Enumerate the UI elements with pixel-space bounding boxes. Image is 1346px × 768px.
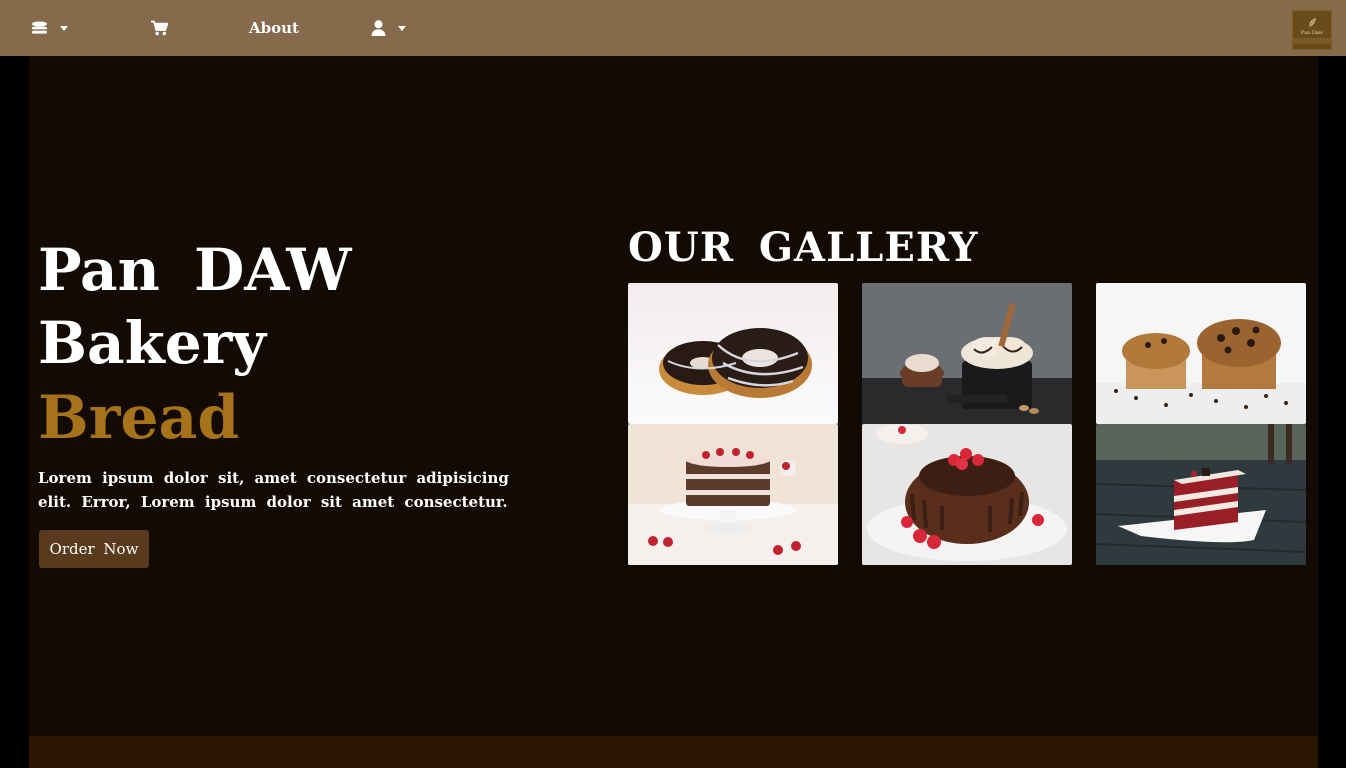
gallery-title: OUR GALLERY (628, 224, 979, 271)
nav-about-link[interactable]: About (249, 0, 299, 56)
hero-title: Pan DAW Bakery (38, 236, 352, 377)
chevron-down-icon (60, 26, 68, 31)
order-now-button[interactable]: Order Now (39, 530, 149, 568)
logo-band (1293, 38, 1331, 44)
footer (29, 736, 1318, 768)
hero-description: Lorem ipsum dolor sit, amet consectetur … (38, 469, 509, 511)
menu-dropdown[interactable] (31, 0, 68, 56)
leaf-icon (1308, 18, 1316, 28)
gallery-image-muffins[interactable] (1096, 283, 1306, 424)
cart-link[interactable] (150, 0, 169, 56)
brand-logo[interactable]: Pan Daw (1292, 10, 1332, 50)
stack-icon (32, 21, 47, 34)
chevron-down-icon (398, 26, 406, 31)
gallery-image-red-velvet[interactable] (1096, 424, 1306, 565)
gallery-image-bundt-cake[interactable] (862, 424, 1072, 565)
navbar: About Pan Daw (0, 0, 1346, 56)
logo-text: Pan Daw (1300, 30, 1324, 36)
gallery-image-strawberry-cake[interactable] (628, 424, 838, 565)
user-icon (371, 20, 386, 36)
hero-subtitle: Bread (38, 383, 240, 453)
cart-icon (151, 20, 169, 36)
user-dropdown[interactable] (371, 0, 406, 56)
gallery-image-ice-cream[interactable] (862, 283, 1072, 424)
gallery-image-donuts[interactable] (628, 283, 838, 424)
